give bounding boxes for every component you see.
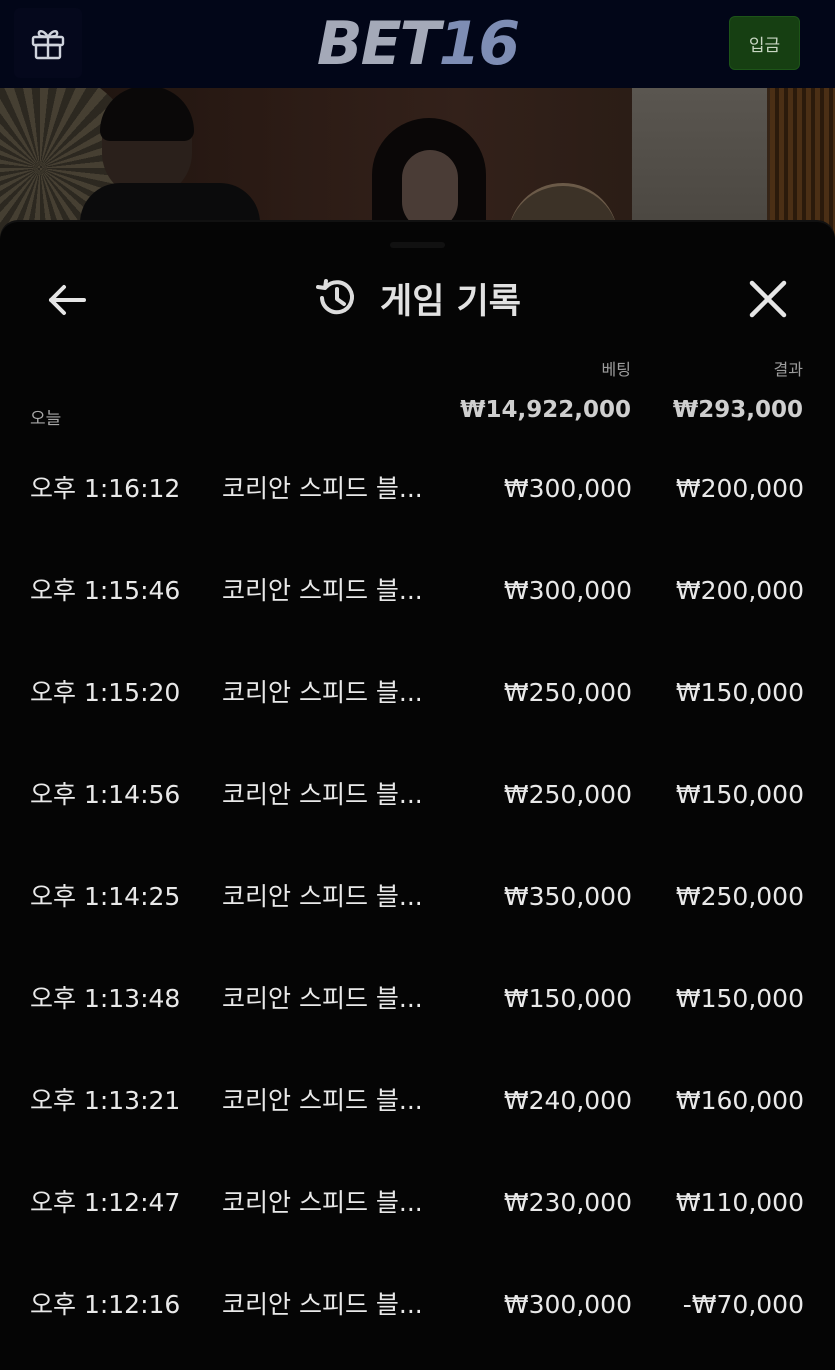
row-time: 오후 1:16:12 xyxy=(30,474,181,503)
history-row[interactable]: 오후 1:12:16 코리안 스피드 블... ₩300,000 -₩70,00… xyxy=(0,1254,835,1356)
row-time: 오후 1:12:16 xyxy=(30,1290,181,1319)
row-game: 코리안 스피드 블... xyxy=(222,678,423,707)
row-result: ₩250,000 xyxy=(675,882,804,911)
row-time: 오후 1:13:21 xyxy=(30,1086,181,1115)
row-game: 코리안 스피드 블... xyxy=(222,984,423,1013)
row-game: 코리안 스피드 블... xyxy=(222,576,423,605)
row-result: ₩160,000 xyxy=(675,1086,804,1115)
date-group-label: 오늘 xyxy=(30,409,62,429)
row-time: 오후 1:14:25 xyxy=(30,882,181,911)
column-header-bet: 베팅 xyxy=(601,360,631,379)
row-result: ₩200,000 xyxy=(675,576,804,605)
history-row[interactable]: 오후 1:13:21 코리안 스피드 블... ₩240,000 ₩160,00… xyxy=(0,1050,835,1152)
close-button[interactable] xyxy=(744,275,792,323)
total-result: ₩293,000 xyxy=(672,397,803,423)
column-header-result: 결과 xyxy=(773,360,803,379)
row-game: 코리안 스피드 블... xyxy=(222,1290,423,1319)
row-time: 오후 1:15:46 xyxy=(30,576,181,605)
video-window xyxy=(632,88,767,238)
row-result: ₩150,000 xyxy=(675,780,804,809)
row-game: 코리안 스피드 블... xyxy=(222,882,423,911)
row-bet: ₩150,000 xyxy=(503,984,632,1013)
row-result: ₩110,000 xyxy=(675,1188,804,1217)
row-bet: ₩250,000 xyxy=(503,780,632,809)
row-bet: ₩300,000 xyxy=(503,1290,632,1319)
history-row[interactable]: 오후 1:15:46 코리안 스피드 블... ₩300,000 ₩200,00… xyxy=(0,540,835,642)
row-bet: ₩350,000 xyxy=(503,882,632,911)
row-time: 오후 1:12:47 xyxy=(30,1188,181,1217)
row-game: 코리안 스피드 블... xyxy=(222,780,423,809)
history-row[interactable]: 오후 1:14:56 코리안 스피드 블... ₩250,000 ₩150,00… xyxy=(0,744,835,846)
history-icon xyxy=(316,279,354,315)
row-result: ₩200,000 xyxy=(675,474,804,503)
bet16-logo[interactable]: BET16 xyxy=(0,10,835,78)
row-result: ₩150,000 xyxy=(675,984,804,1013)
row-bet: ₩300,000 xyxy=(503,576,632,605)
history-row[interactable]: 오후 1:16:12 코리안 스피드 블... ₩300,000 ₩200,00… xyxy=(0,438,835,540)
history-list: 오후 1:16:12 코리안 스피드 블... ₩300,000 ₩200,00… xyxy=(0,438,835,1356)
drag-handle[interactable] xyxy=(390,242,445,248)
row-result: ₩150,000 xyxy=(675,678,804,707)
row-bet: ₩300,000 xyxy=(503,474,632,503)
logo-prefix: BET xyxy=(316,9,441,79)
deposit-button[interactable]: 입금 xyxy=(729,16,800,70)
close-icon xyxy=(749,280,787,318)
row-bet: ₩240,000 xyxy=(503,1086,632,1115)
history-row[interactable]: 오후 1:15:20 코리안 스피드 블... ₩250,000 ₩150,00… xyxy=(0,642,835,744)
row-game: 코리안 스피드 블... xyxy=(222,1086,423,1115)
game-history-panel: 게임 기록 베팅 결과 오늘 ₩14,922,000 ₩293,000 오후 1… xyxy=(0,222,835,1370)
history-row[interactable]: 오후 1:12:47 코리안 스피드 블... ₩230,000 ₩110,00… xyxy=(0,1152,835,1254)
row-game: 코리안 스피드 블... xyxy=(222,1188,423,1217)
logo-number: 16 xyxy=(438,9,520,79)
panel-title: 게임 기록 xyxy=(380,281,521,322)
row-bet: ₩230,000 xyxy=(503,1188,632,1217)
top-bar: BET16 입금 xyxy=(0,0,835,88)
history-row[interactable]: 오후 1:14:25 코리안 스피드 블... ₩350,000 ₩250,00… xyxy=(0,846,835,948)
row-bet: ₩250,000 xyxy=(503,678,632,707)
row-time: 오후 1:14:56 xyxy=(30,780,181,809)
row-time: 오후 1:15:20 xyxy=(30,678,181,707)
total-bet: ₩14,922,000 xyxy=(460,397,631,423)
history-row[interactable]: 오후 1:13:48 코리안 스피드 블... ₩150,000 ₩150,00… xyxy=(0,948,835,1050)
row-game: 코리안 스피드 블... xyxy=(222,474,423,503)
row-time: 오후 1:13:48 xyxy=(30,984,181,1013)
row-result: -₩70,000 xyxy=(682,1290,804,1319)
panel-header: 게임 기록 xyxy=(0,274,835,322)
